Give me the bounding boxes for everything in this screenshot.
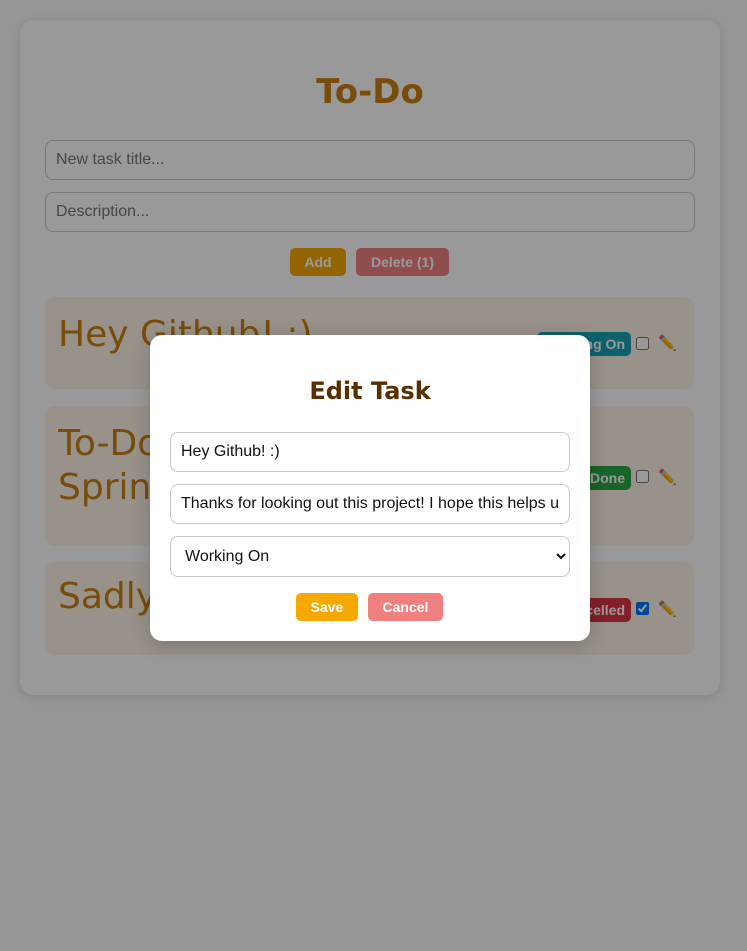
edit-description-input[interactable] xyxy=(170,484,570,524)
cancel-button[interactable]: Cancel xyxy=(368,593,443,621)
status-select[interactable]: Working On xyxy=(170,536,570,577)
save-button[interactable]: Save xyxy=(296,593,358,621)
edit-title-input[interactable] xyxy=(170,432,570,472)
modal-title: Edit Task xyxy=(309,377,431,405)
edit-task-modal: Edit Task Working On Save Cancel xyxy=(150,335,590,641)
